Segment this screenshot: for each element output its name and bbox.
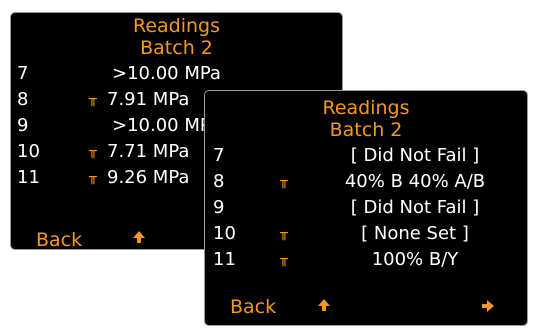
screen-title: Readings [132,15,221,37]
reading-value: [ None Set ] [361,223,469,244]
reading-value: 9.26 MPa [107,167,190,188]
up-arrow-icon[interactable] [317,298,331,312]
list-item: 7 [ Did Not Fail ] [205,143,527,169]
reading-number: 7 [213,145,225,166]
reading-number: 11 [213,249,236,270]
reading-value: 7.91 MPa [107,89,190,110]
right-arrow-icon[interactable] [481,299,495,313]
reading-number: 8 [213,171,225,192]
reading-number: 8 [17,89,29,110]
flag-icon: ╥ [89,92,97,107]
up-arrow-icon[interactable] [132,230,146,244]
back-button[interactable]: Back [230,296,276,318]
reading-number: 7 [17,63,29,84]
reading-number: 9 [213,197,225,218]
flag-icon: ╥ [280,252,288,267]
flag-icon: ╥ [89,144,97,159]
reading-value: 7.71 MPa [107,141,190,162]
reading-number: 9 [17,115,29,136]
list-item: 11 ╥ 100% B/Y [205,247,527,273]
reading-number: 10 [213,223,236,244]
reading-number: 11 [17,167,40,188]
screen-subtitle: Batch 2 [329,119,403,141]
readings-screen-front: Readings Batch 2 7 [ Did Not Fail ] 8 ╥ … [204,90,528,326]
list-item: 9 [ Did Not Fail ] [205,195,527,221]
back-button[interactable]: Back [36,229,82,249]
screen-title: Readings [322,97,410,119]
reading-value: 100% B/Y [371,249,459,270]
screen-subtitle: Batch 2 [140,37,213,59]
reading-value: [ Did Not Fail ] [350,197,480,218]
reading-value: >10.00 MPa [112,63,221,84]
reading-value: 40% B 40% A/B [344,171,486,192]
list-item: 7 >10.00 MPa [11,61,342,87]
list-item: 10 ╥ [ None Set ] [205,221,527,247]
flag-icon: ╥ [280,226,288,241]
list-item: 8 ╥ 40% B 40% A/B [205,169,527,195]
flag-icon: ╥ [89,170,97,185]
flag-icon: ╥ [280,174,288,189]
reading-value: [ Did Not Fail ] [350,145,480,166]
reading-number: 10 [17,141,40,162]
